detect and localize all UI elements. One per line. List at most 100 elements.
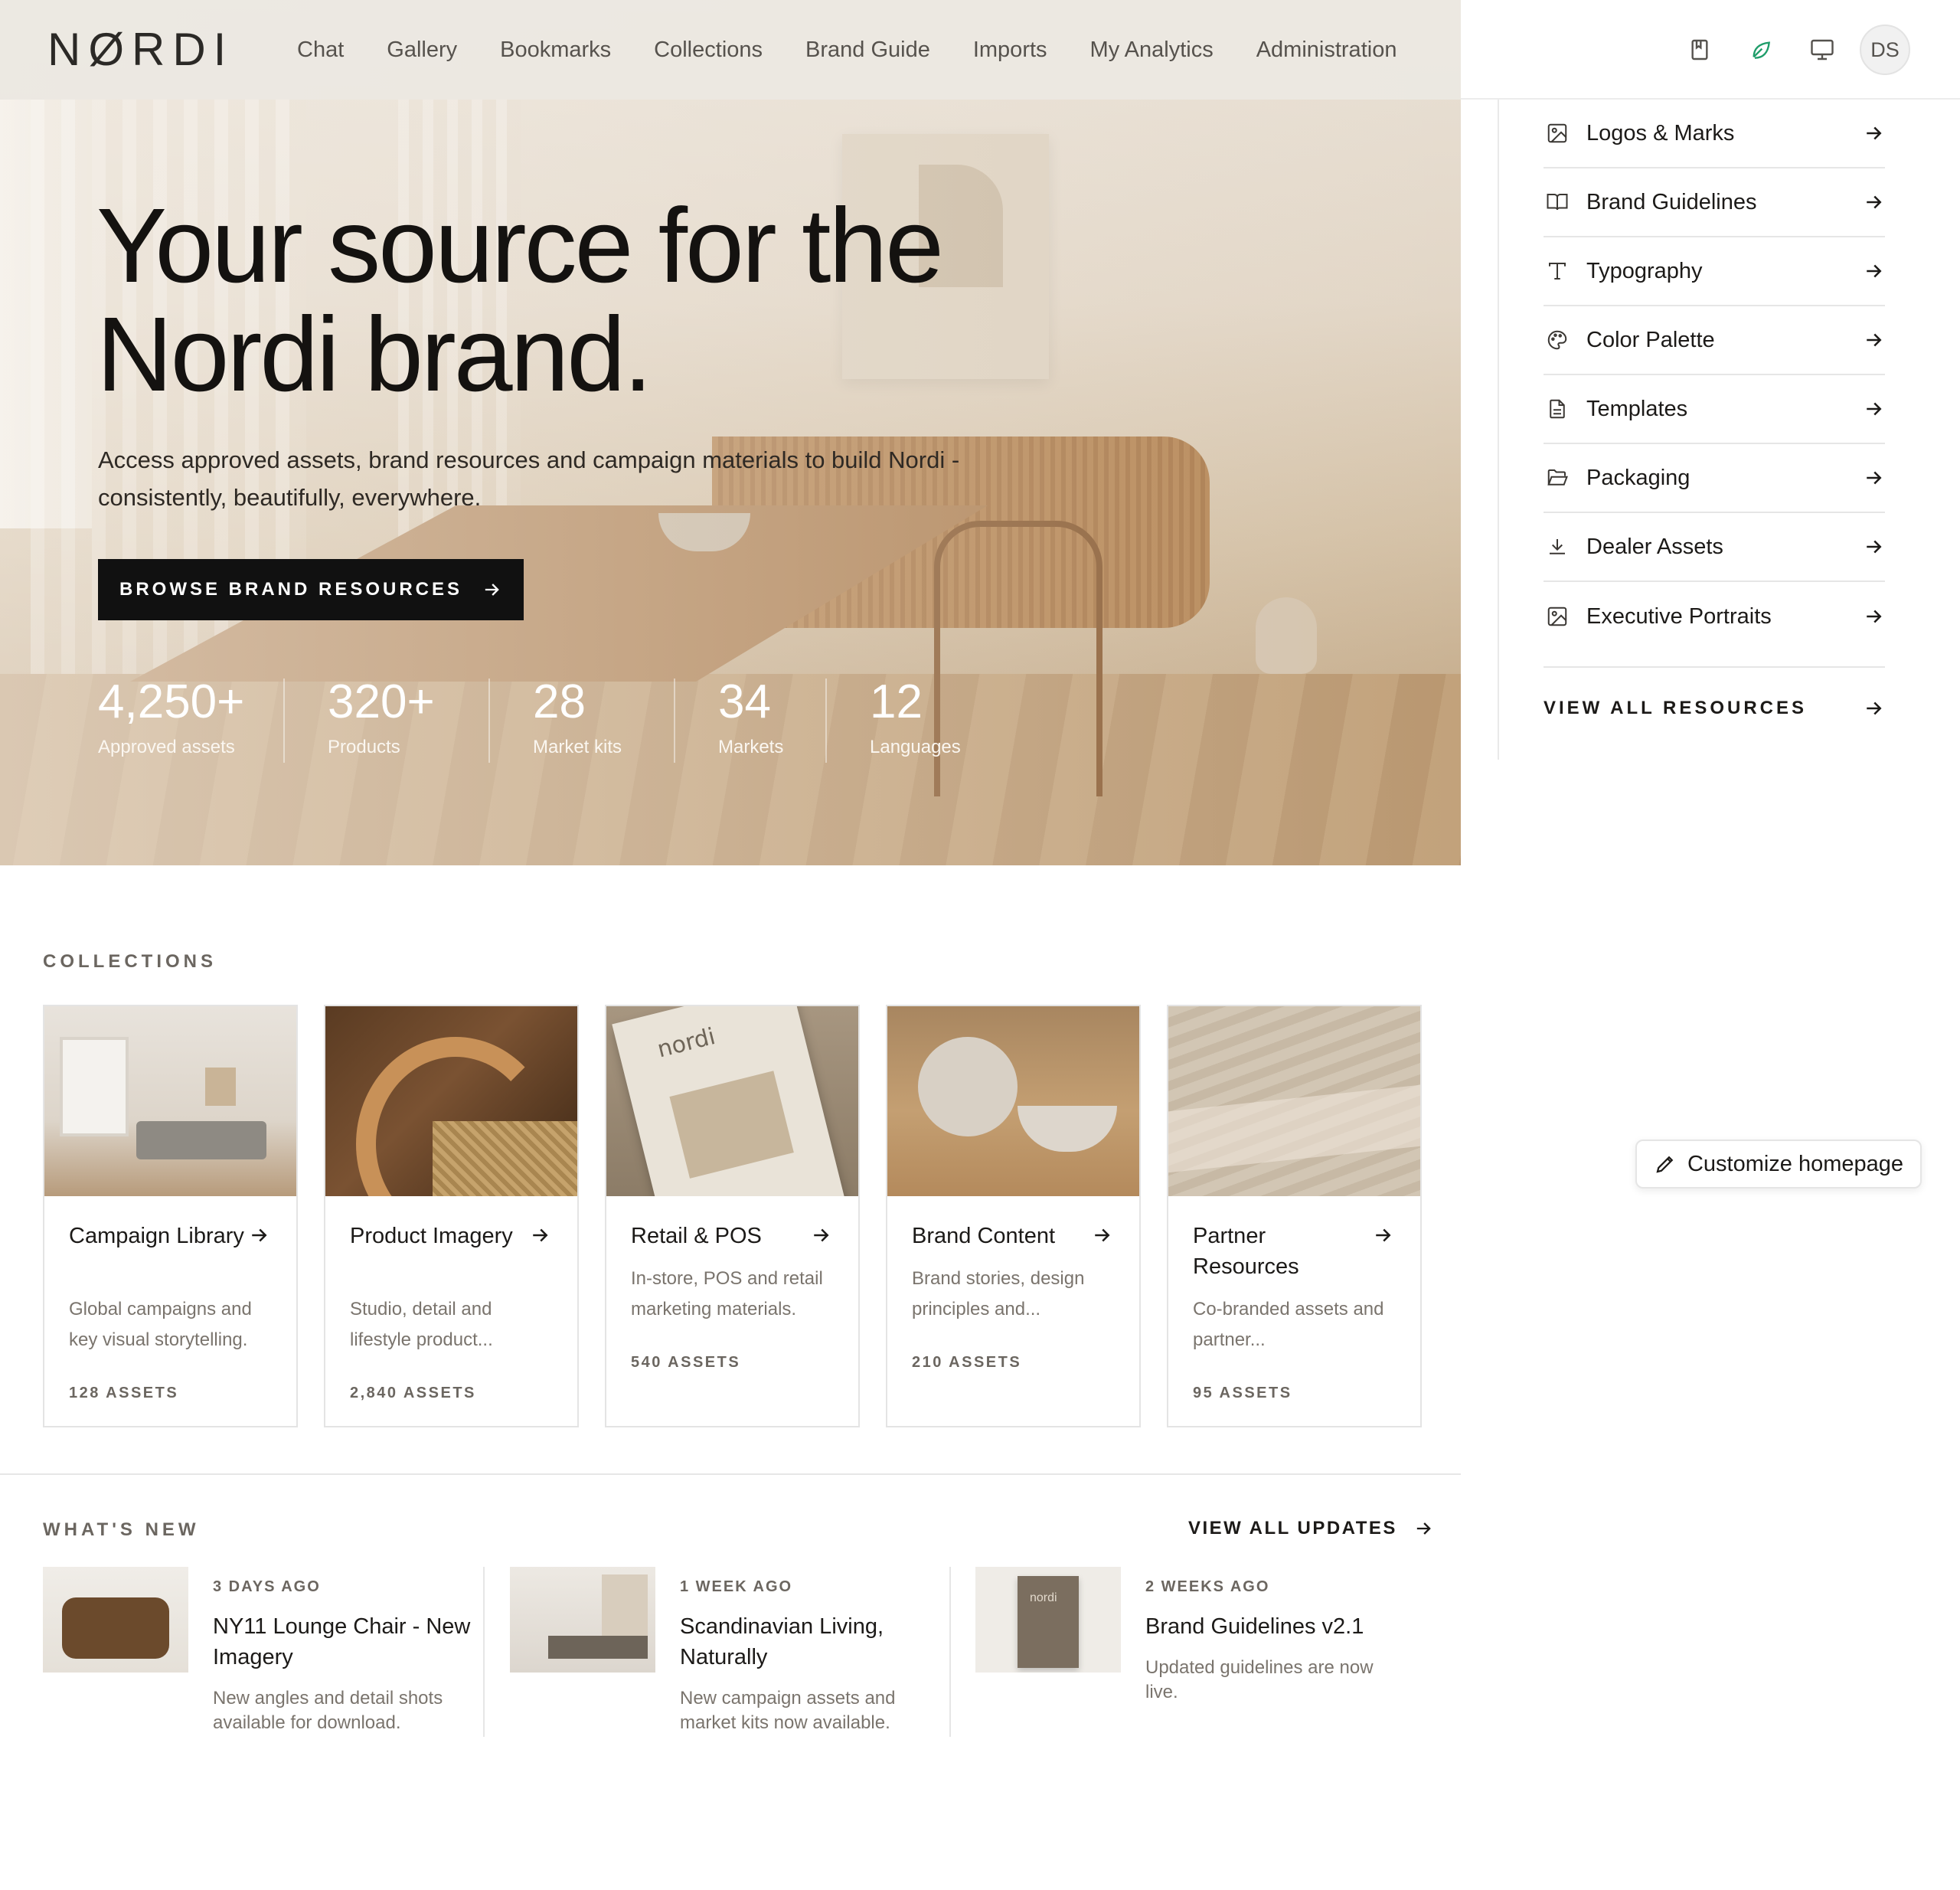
nav-link-brand-guide[interactable]: Brand Guide <box>805 31 930 69</box>
section-divider <box>0 1473 1461 1475</box>
collection-image <box>325 1006 577 1196</box>
arrow-right-icon <box>533 1228 548 1242</box>
stat-label: Markets <box>718 737 784 757</box>
collection-card-retail-pos[interactable]: Retail & POS In-store, POS and retail ma… <box>605 1005 860 1427</box>
news-divider <box>949 1567 951 1737</box>
resource-label: Typography <box>1586 258 1703 283</box>
monitor-icon <box>1811 39 1834 60</box>
news-thumbnail <box>510 1567 655 1673</box>
news-thumbnail <box>43 1567 188 1673</box>
news-date: 1 WEEK AGO <box>680 1578 793 1595</box>
folder-open-icon <box>1544 464 1571 492</box>
news-thumbnail <box>975 1567 1121 1673</box>
arrow-right-icon <box>1376 1228 1391 1242</box>
stat-label: Approved assets <box>98 737 235 757</box>
view-all-updates-label: VIEW ALL UPDATES <box>1188 1518 1397 1538</box>
bookmark-button[interactable] <box>1673 23 1726 77</box>
collection-card-partner-resources[interactable]: Partner Resources Co-branded assets and … <box>1167 1005 1422 1427</box>
nav-link-my-analytics[interactable]: My Analytics <box>1090 31 1214 69</box>
resources-panel: Logos & Marks Brand Guidelines Typograph… <box>1498 100 1960 760</box>
resource-item-dealer-assets[interactable]: Dealer Assets <box>1544 513 1885 582</box>
news-item-lounge-chair[interactable]: 3 DAYS AGO NY11 Lounge Chair - New Image… <box>43 1567 473 1737</box>
resource-item-executive-portraits[interactable]: Executive Portraits <box>1544 582 1885 651</box>
type-icon <box>1544 257 1571 285</box>
collection-asset-count: 210 ASSETS <box>912 1354 1022 1371</box>
stat-label: Products <box>328 737 400 757</box>
display-button[interactable] <box>1795 23 1849 77</box>
nav-links: Chat Gallery Bookmarks Collections Brand… <box>297 31 1439 69</box>
whats-new-heading: WHAT'S NEW <box>43 1519 200 1540</box>
arrow-right-icon <box>1867 264 1882 278</box>
hero-title: Your source for the Nordi brand. <box>96 187 944 414</box>
customize-homepage-label: Customize homepage <box>1687 1151 1904 1176</box>
file-text-icon <box>1544 395 1571 423</box>
panel-divider <box>1544 666 1885 668</box>
customize-homepage-button[interactable]: Customize homepage <box>1635 1140 1922 1189</box>
news-date: 3 DAYS AGO <box>213 1578 321 1595</box>
news-title: Brand Guidelines v2.1 <box>1145 1614 1364 1639</box>
sustainability-button[interactable] <box>1734 23 1788 77</box>
bookmark-icon <box>1691 39 1708 60</box>
news-text: 1 WEEK AGO Scandinavian Living, Naturall… <box>680 1567 940 1737</box>
news-item-brand-guidelines[interactable]: 2 WEEKS AGO Brand Guidelines v2.1 Update… <box>975 1567 1406 1737</box>
resource-item-packaging[interactable]: Packaging <box>1544 444 1885 513</box>
arrow-right-icon <box>485 584 499 596</box>
collection-card-product-imagery[interactable]: Product Imagery Studio, detail and lifes… <box>324 1005 579 1427</box>
resource-item-typography[interactable]: Typography <box>1544 237 1885 306</box>
stat-label: Languages <box>870 737 961 757</box>
nav-link-imports[interactable]: Imports <box>973 31 1047 69</box>
collection-card-brand-content[interactable]: Brand Content Brand stories, design prin… <box>886 1005 1141 1427</box>
nordi-logo[interactable]: NØRDI <box>47 23 234 77</box>
collection-image <box>44 1006 296 1196</box>
resource-label: Packaging <box>1586 465 1690 490</box>
collection-image <box>887 1006 1139 1196</box>
collection-asset-count: 2,840 ASSETS <box>350 1385 476 1401</box>
stat-divider <box>283 679 285 763</box>
arrow-right-icon <box>1867 471 1882 485</box>
nav-link-bookmarks[interactable]: Bookmarks <box>500 31 611 69</box>
arrow-right-icon <box>1416 1522 1431 1535</box>
arrow-right-icon <box>1867 333 1882 347</box>
collection-description: In-store, POS and retail marketing mater… <box>631 1268 823 1319</box>
news-date: 2 WEEKS AGO <box>1145 1578 1270 1595</box>
stat-languages: 12 Languages <box>870 674 992 766</box>
nav-icon-group: DS <box>1673 23 1910 77</box>
collection-title: Retail & POS <box>631 1224 762 1248</box>
resource-label: Logos & Marks <box>1586 120 1735 146</box>
collection-description: Global campaigns and key visual storytel… <box>69 1299 252 1350</box>
nav-link-administration[interactable]: Administration <box>1256 31 1397 69</box>
stat-label: Market kits <box>533 737 622 757</box>
user-avatar[interactable]: DS <box>1860 25 1910 75</box>
collections-heading: COLLECTIONS <box>43 951 217 972</box>
collection-card-campaign-library[interactable]: Campaign Library Global campaigns and ke… <box>43 1005 298 1427</box>
image-icon <box>1544 119 1571 147</box>
stat-approved-assets: 4,250+ Approved assets <box>98 674 251 766</box>
news-description: New campaign assets and market kits now … <box>680 1688 896 1733</box>
arrow-right-icon <box>1095 1228 1110 1242</box>
pencil-icon <box>1656 1156 1674 1173</box>
collection-title: Brand Content <box>912 1224 1056 1248</box>
view-all-updates-link[interactable]: VIEW ALL UPDATES <box>1188 1518 1434 1539</box>
news-text: 2 WEEKS AGO Brand Guidelines v2.1 Update… <box>1145 1567 1406 1737</box>
resource-item-brand-guidelines[interactable]: Brand Guidelines <box>1544 168 1885 237</box>
resource-item-color-palette[interactable]: Color Palette <box>1544 306 1885 375</box>
view-all-resources-link[interactable]: VIEW ALL RESOURCES <box>1544 689 1885 728</box>
resource-label: Templates <box>1586 396 1688 421</box>
browse-brand-resources-button[interactable]: BROWSE BRAND RESOURCES <box>98 559 524 620</box>
arrow-right-icon <box>1867 195 1882 209</box>
hero-subtitle: Access approved assets, brand resources … <box>98 446 960 511</box>
hero-banner: Your source for the Nordi brand. Access … <box>0 0 1461 865</box>
stat-products: 320+ Products <box>328 674 488 766</box>
nav-link-chat[interactable]: Chat <box>297 31 344 69</box>
resource-item-templates[interactable]: Templates <box>1544 375 1885 444</box>
stat-divider <box>825 679 827 763</box>
nav-link-gallery[interactable]: Gallery <box>387 31 457 69</box>
collection-asset-count: 540 ASSETS <box>631 1354 741 1371</box>
nav-link-collections[interactable]: Collections <box>654 31 763 69</box>
news-divider <box>483 1567 485 1737</box>
arrow-right-icon <box>1867 540 1882 554</box>
news-item-scandinavian-living[interactable]: 1 WEEK AGO Scandinavian Living, Naturall… <box>510 1567 940 1737</box>
arrow-right-icon <box>1867 402 1882 416</box>
resource-label: Color Palette <box>1586 327 1715 352</box>
resource-item-logos-marks[interactable]: Logos & Marks <box>1544 100 1885 168</box>
